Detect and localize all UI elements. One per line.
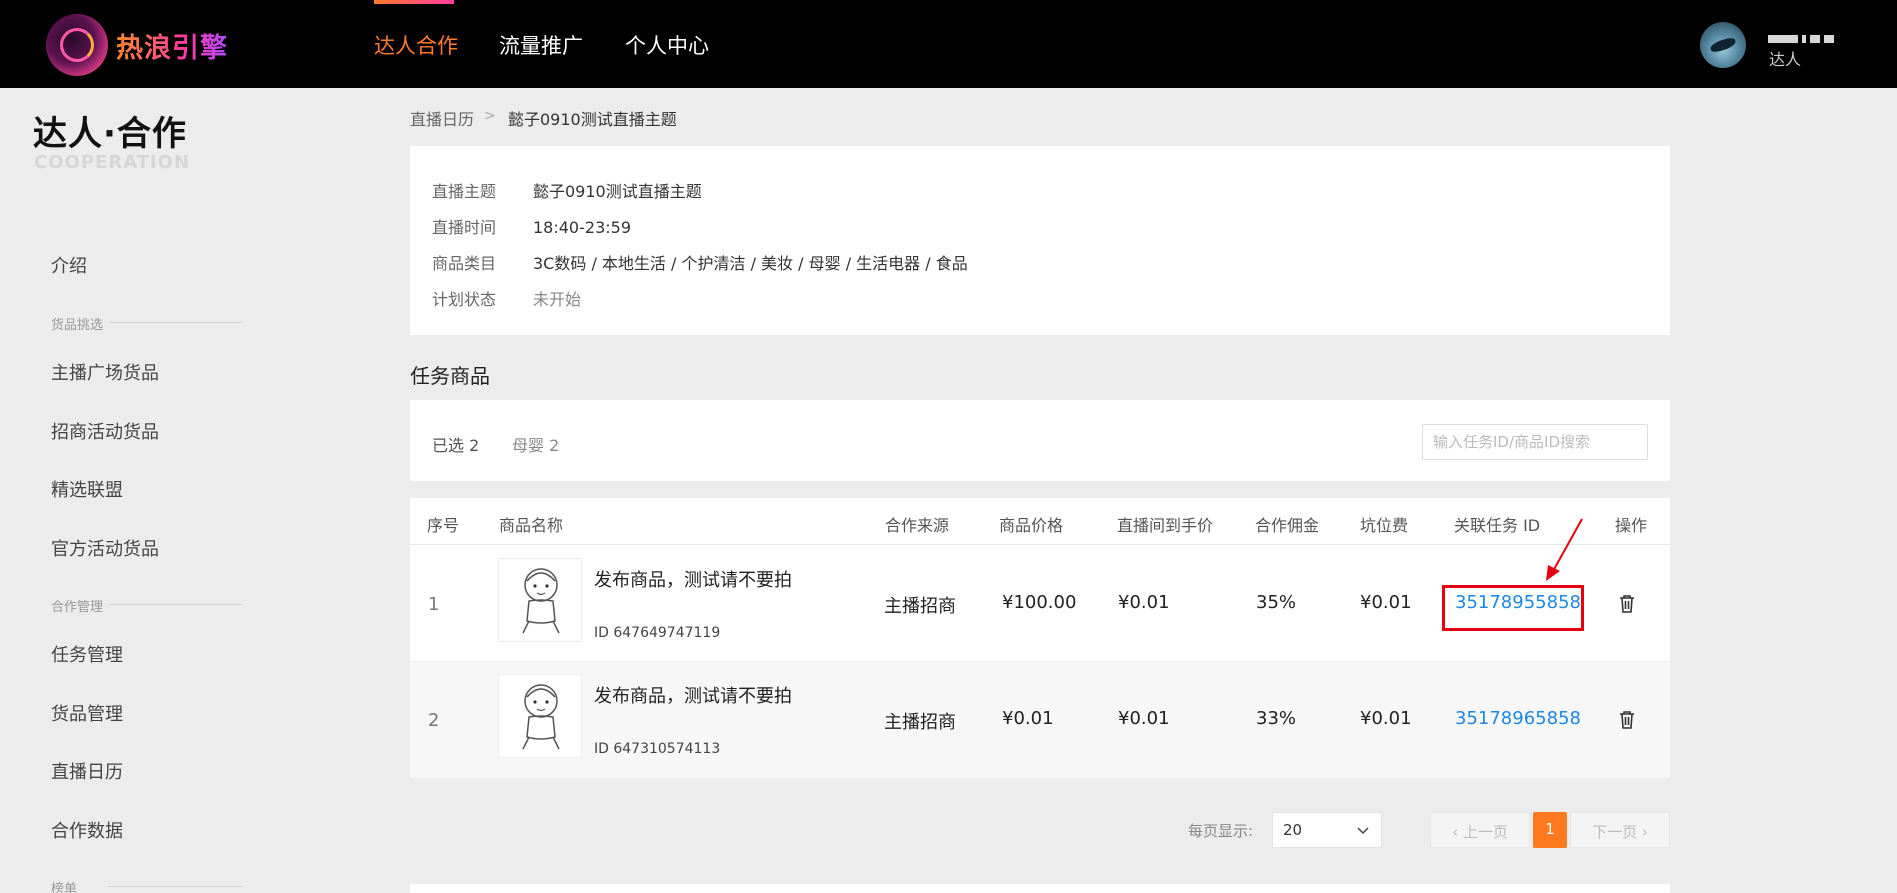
info-value: 3C数码 / 本地生活 / 个护清洁 / 美妆 / 母婴 / 生活电器 / 食品 bbox=[533, 254, 968, 273]
filter-tab-category[interactable]: 母婴 2 bbox=[512, 432, 559, 456]
sidebar-group-label: 货品挑选 bbox=[51, 314, 110, 333]
product-name[interactable]: 发布商品，测试请不要拍 bbox=[594, 566, 792, 592]
divider bbox=[108, 886, 242, 887]
column-header: 操作 bbox=[1615, 516, 1648, 535]
goods-table: 序号 商品名称 合作来源 商品价格 直播间到手价 合作佣金 坑位费 关联任务 I… bbox=[410, 498, 1670, 778]
per-page-value: 20 bbox=[1283, 821, 1303, 839]
sidebar-group-label: 榜单 bbox=[51, 878, 84, 893]
product-thumbnail[interactable] bbox=[498, 674, 582, 758]
info-row-status: 计划状态 未开始 bbox=[432, 286, 581, 310]
sidebar-item-official-activity[interactable]: 官方活动货品 bbox=[51, 535, 159, 561]
live-info-card: 直播主题 懿子0910测试直播主题 直播时间 18:40-23:59 商品类目 3C数… bbox=[410, 146, 1670, 335]
trash-icon[interactable] bbox=[1618, 594, 1636, 614]
filter-card: 已选 2 母婴 2 bbox=[410, 400, 1670, 481]
live-price: ¥0.01 bbox=[1118, 592, 1170, 613]
column-header: 商品名称 bbox=[499, 516, 564, 535]
sidebar-item-intro[interactable]: 介绍 bbox=[51, 252, 87, 278]
logo-icon[interactable] bbox=[46, 14, 108, 76]
cooperation-source: 主播招商 bbox=[884, 596, 956, 617]
table-row: 2 发布商品，测试请不要拍 ID 647310574113 主播招商 ¥0.01… bbox=[410, 662, 1670, 778]
highlight-box bbox=[1442, 585, 1584, 631]
per-page-select[interactable]: 20 bbox=[1272, 812, 1382, 848]
column-header: 合作来源 bbox=[885, 516, 950, 535]
info-label: 直播时间 bbox=[432, 218, 497, 237]
next-page-label: 下一页 bbox=[1592, 823, 1638, 841]
page-number-button[interactable]: 1 bbox=[1533, 812, 1567, 848]
sidebar-group-label: 合作管理 bbox=[51, 596, 110, 615]
column-header: 序号 bbox=[427, 516, 460, 535]
product-price: ¥100.00 bbox=[1002, 592, 1077, 613]
bottom-card bbox=[410, 884, 1670, 893]
product-id: ID 647310574113 bbox=[594, 741, 721, 757]
info-row-category: 商品类目 3C数码 / 本地生活 / 个护清洁 / 美妆 / 母婴 / 生活电器 … bbox=[432, 250, 968, 274]
task-id-link[interactable]: 35178965858 bbox=[1455, 708, 1581, 729]
row-index: 1 bbox=[428, 594, 440, 615]
breadcrumb-live-calendar[interactable]: 直播日历 bbox=[410, 106, 474, 130]
next-page-button[interactable]: 下一页 › bbox=[1570, 812, 1670, 848]
slot-fee: ¥0.01 bbox=[1360, 708, 1412, 729]
divider bbox=[108, 604, 242, 605]
live-price: ¥0.01 bbox=[1118, 708, 1170, 729]
sidebar-group-cooperation-management: 合作管理 bbox=[38, 594, 242, 615]
info-value: 未开始 bbox=[533, 290, 582, 309]
sidebar-group-rankings: 榜单 bbox=[38, 876, 242, 893]
table-header: 序号 商品名称 合作来源 商品价格 直播间到手价 合作佣金 坑位费 关联任务 I… bbox=[410, 498, 1670, 545]
info-label: 直播主题 bbox=[432, 182, 497, 201]
logo-text[interactable]: 热浪引擎 bbox=[116, 26, 228, 65]
sidebar-item-goods-management[interactable]: 货品管理 bbox=[51, 700, 123, 726]
slot-fee: ¥0.01 bbox=[1360, 592, 1412, 613]
sidebar-item-live-calendar[interactable]: 直播日历 bbox=[51, 758, 123, 784]
top-bar: 热浪引擎 达人合作 流量推广 个人中心 达人 bbox=[0, 0, 1897, 88]
info-value: 18:40-23:59 bbox=[533, 218, 631, 237]
filter-tab-selected[interactable]: 已选 2 bbox=[432, 432, 479, 456]
chevron-right-icon: › bbox=[1637, 823, 1648, 841]
user-role: 达人 bbox=[1769, 50, 1802, 69]
breadcrumb-current: 懿子0910测试直播主题 bbox=[508, 110, 677, 129]
column-header: 合作佣金 bbox=[1255, 516, 1320, 535]
section-title-task-goods: 任务商品 bbox=[410, 364, 490, 388]
product-id: ID 647649747119 bbox=[594, 625, 721, 641]
trash-icon[interactable] bbox=[1618, 710, 1636, 730]
sidebar-item-selected-alliance[interactable]: 精选联盟 bbox=[51, 476, 123, 502]
sidebar-item-cooperation-data[interactable]: 合作数据 bbox=[51, 817, 123, 843]
annotation-arrow-icon bbox=[1546, 518, 1583, 581]
info-row-topic: 直播主题 懿子0910测试直播主题 bbox=[432, 178, 702, 202]
row-index: 2 bbox=[428, 710, 440, 731]
per-page-label: 每页显示: bbox=[1188, 822, 1254, 840]
commission: 35% bbox=[1256, 592, 1297, 613]
info-value: 懿子0910测试直播主题 bbox=[533, 182, 702, 201]
cooperation-source: 主播招商 bbox=[884, 712, 956, 733]
avatar[interactable] bbox=[1700, 22, 1746, 68]
sidebar-title: 达人·合作 bbox=[33, 114, 187, 154]
user-name-redacted bbox=[1768, 28, 1858, 43]
column-header: 直播间到手价 bbox=[1117, 516, 1214, 535]
sidebar-item-anchor-square[interactable]: 主播广场货品 bbox=[51, 359, 159, 385]
nav-active-indicator bbox=[374, 0, 454, 4]
divider bbox=[108, 322, 242, 323]
sidebar-item-task-management[interactable]: 任务管理 bbox=[51, 641, 123, 667]
commission: 33% bbox=[1256, 708, 1297, 729]
prev-page-button[interactable]: ‹ 上一页 bbox=[1430, 812, 1530, 848]
product-thumbnail[interactable] bbox=[498, 558, 582, 642]
breadcrumb-separator: > bbox=[484, 108, 496, 124]
column-header: 坑位费 bbox=[1360, 516, 1409, 535]
info-row-time: 直播时间 18:40-23:59 bbox=[432, 214, 631, 238]
nav-talent-cooperation[interactable]: 达人合作 bbox=[374, 30, 458, 60]
sidebar-item-investment-activity[interactable]: 招商活动货品 bbox=[51, 418, 159, 444]
sidebar-group-goods-selection: 货品挑选 bbox=[38, 312, 242, 333]
info-label: 计划状态 bbox=[432, 290, 497, 309]
info-label: 商品类目 bbox=[432, 254, 497, 273]
column-header: 关联任务 ID bbox=[1454, 516, 1541, 535]
nav-personal-center[interactable]: 个人中心 bbox=[625, 30, 709, 60]
prev-page-label: 上一页 bbox=[1462, 823, 1508, 841]
table-row: 1 发布商品，测试请不要拍 ID 647649747119 主播招商 ¥100.… bbox=[410, 546, 1670, 662]
column-header: 商品价格 bbox=[999, 516, 1064, 535]
sidebar-subtitle: COOPERATION bbox=[34, 152, 191, 173]
search-input[interactable] bbox=[1422, 424, 1648, 460]
chevron-down-icon bbox=[1357, 827, 1369, 835]
product-name[interactable]: 发布商品，测试请不要拍 bbox=[594, 682, 792, 708]
nav-traffic-promotion[interactable]: 流量推广 bbox=[499, 30, 583, 60]
product-price: ¥0.01 bbox=[1002, 708, 1054, 729]
chevron-left-icon: ‹ bbox=[1452, 823, 1463, 841]
